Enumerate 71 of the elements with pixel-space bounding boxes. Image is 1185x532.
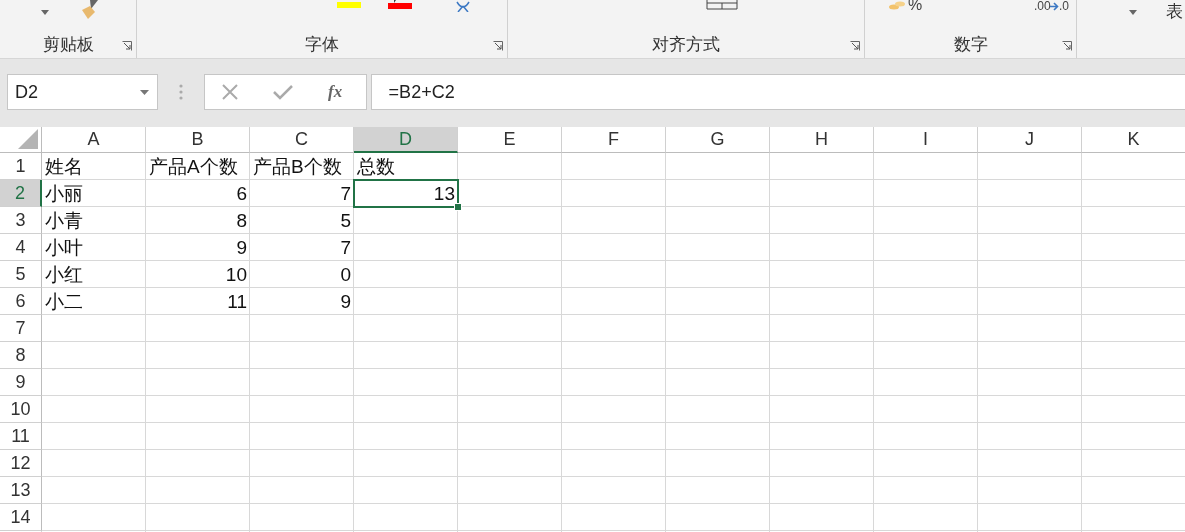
dialog-launcher-icon[interactable] bbox=[1062, 41, 1072, 51]
group-label: 数字 bbox=[953, 33, 988, 55]
column-header[interactable]: H bbox=[770, 127, 874, 153]
row-header[interactable]: 2 bbox=[0, 180, 42, 207]
cell-text: 8 bbox=[236, 209, 247, 232]
column-header[interactable]: B bbox=[146, 127, 250, 153]
column-header[interactable]: D bbox=[354, 127, 458, 153]
active-cell[interactable]: 13 bbox=[354, 180, 458, 207]
dialog-launcher-icon[interactable] bbox=[122, 41, 132, 51]
row-header[interactable]: 13 bbox=[0, 477, 42, 504]
row-header[interactable]: 8 bbox=[0, 342, 42, 369]
column-header[interactable]: J bbox=[978, 127, 1082, 153]
cell-text: 0 bbox=[340, 263, 351, 286]
row-header[interactable]: 7 bbox=[0, 315, 42, 342]
cancel-icon[interactable] bbox=[222, 84, 239, 100]
arrow-icon bbox=[1050, 2, 1059, 11]
cell-text: 产品A个数 bbox=[149, 154, 238, 179]
highlight-color-icon[interactable] bbox=[337, 0, 363, 8]
cell-text: 小叶 bbox=[45, 235, 83, 260]
merge-cells-icon[interactable] bbox=[706, 0, 738, 10]
cell-text: 5 bbox=[340, 209, 351, 232]
group-label: 剪贴板 bbox=[42, 33, 94, 55]
checkmark-icon[interactable] bbox=[273, 84, 294, 100]
row-header[interactable]: 6 bbox=[0, 288, 42, 315]
caret-icon[interactable] bbox=[1128, 10, 1138, 16]
font-color-icon[interactable] bbox=[388, 0, 412, 9]
row-header[interactable]: 12 bbox=[0, 450, 42, 477]
column-header[interactable]: G bbox=[666, 127, 770, 153]
row-header[interactable]: 11 bbox=[0, 423, 42, 450]
fill-handle[interactable] bbox=[454, 203, 462, 211]
name-box[interactable]: D2 bbox=[7, 74, 159, 110]
group-label: 对齐方式 bbox=[652, 33, 720, 55]
row-header[interactable]: 4 bbox=[0, 234, 42, 261]
function-icon[interactable]: fx bbox=[328, 83, 349, 101]
cell-text: 9 bbox=[340, 290, 351, 313]
row-header[interactable]: 10 bbox=[0, 396, 42, 423]
row-header[interactable]: 5 bbox=[0, 261, 42, 288]
column-header[interactable]: I bbox=[874, 127, 978, 153]
dialog-launcher-icon[interactable] bbox=[850, 41, 860, 51]
phonetic-icon[interactable] bbox=[455, 0, 471, 12]
cell-text: 小青 bbox=[45, 208, 83, 233]
cell-text: 总数 bbox=[357, 154, 395, 179]
caret-icon[interactable] bbox=[140, 89, 150, 95]
cell-text: 7 bbox=[340, 236, 351, 259]
row-header[interactable]: 3 bbox=[0, 207, 42, 234]
column-header[interactable]: C bbox=[250, 127, 354, 153]
column-header[interactable]: E bbox=[458, 127, 562, 153]
grip-icon bbox=[178, 84, 183, 100]
cell-text: 13 bbox=[433, 182, 455, 205]
cell-text: 7 bbox=[340, 182, 351, 205]
cell-text: 11 bbox=[227, 290, 247, 313]
cell-text: 9 bbox=[236, 236, 247, 259]
number-format-label: .00 bbox=[1034, 0, 1051, 13]
dialog-launcher-icon[interactable] bbox=[493, 41, 503, 51]
column-header[interactable]: F bbox=[562, 127, 666, 153]
cell-text: 小二 bbox=[45, 289, 83, 314]
row-header[interactable]: 9 bbox=[0, 369, 42, 396]
formula-field[interactable]: =B2+C2 bbox=[370, 74, 1185, 110]
cell-text: 10 bbox=[225, 263, 247, 286]
cell-text: 小丽 bbox=[45, 181, 83, 206]
number-format-label: .0 bbox=[1059, 0, 1069, 13]
group-label: 字体 bbox=[305, 33, 339, 55]
row-header[interactable]: 1 bbox=[0, 153, 42, 180]
cell-text: 6 bbox=[236, 182, 247, 205]
ribbon-label: 表 bbox=[1166, 0, 1184, 23]
cell-text: 姓名 bbox=[45, 154, 83, 179]
cell-text: 小红 bbox=[45, 262, 83, 287]
row-header[interactable]: 14 bbox=[0, 504, 42, 531]
column-header[interactable]: A bbox=[42, 127, 146, 153]
caret-icon[interactable] bbox=[40, 10, 50, 16]
cell-text: 产品B个数 bbox=[253, 154, 342, 179]
